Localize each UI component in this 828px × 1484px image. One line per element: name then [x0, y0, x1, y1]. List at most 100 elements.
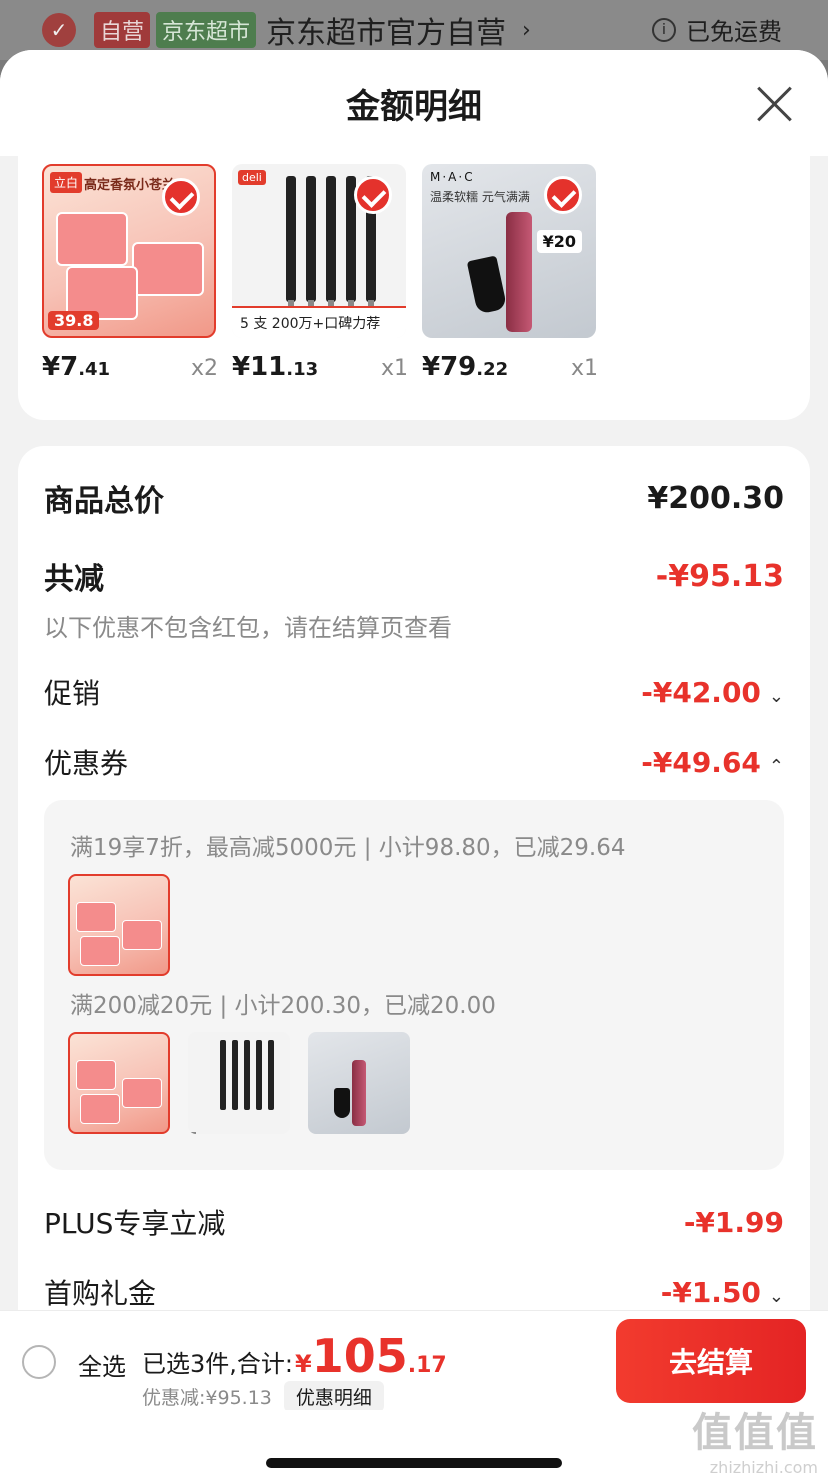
product-thumbnail[interactable] [188, 1032, 290, 1134]
reduce-note: 以下优惠不包含红包，请在结算页查看 [44, 614, 452, 642]
promo-row[interactable]: 促销 -¥42.00 ⌄ [44, 672, 784, 712]
reduce-label: 共减 [44, 562, 104, 597]
lipstick-cap-graphic [334, 1088, 350, 1118]
product-thumbnail[interactable] [68, 874, 170, 976]
sum-integer: 105 [311, 1329, 408, 1383]
pen-graphic [268, 1040, 274, 1110]
discount-line: 优惠减:¥95.13 优惠明细 [142, 1381, 384, 1412]
pen-graphic [326, 176, 336, 310]
supermarket-badge: 京东超市 [156, 12, 257, 48]
coupon-row[interactable]: 优惠券 -¥49.64 ⌃ [44, 742, 784, 782]
plus-label: PLUS专享立减 [44, 1207, 226, 1240]
watermark-logo: 值值值 [692, 1410, 818, 1456]
pen-graphic [256, 1040, 262, 1110]
home-indicator[interactable] [266, 1458, 562, 1468]
store-name: 京东超市官方自营 [266, 16, 507, 51]
promo-value: -¥42.00 [641, 675, 761, 709]
reduce-row: 共减 -¥95.13 [44, 554, 784, 598]
selected-check-icon[interactable] [544, 176, 582, 214]
lipstick-cap-graphic [466, 255, 508, 315]
product-price-row: ¥11.13 x1 [232, 352, 408, 382]
pen-graphic [306, 176, 316, 310]
product-box-graphic [76, 902, 116, 932]
promo-label: 促销 [44, 677, 101, 710]
brand-label: deli [238, 170, 266, 185]
coupon-rule: 满200减20元 | 小计200.30，已减20.00 [70, 993, 496, 1019]
coupon-value: -¥49.64 [641, 745, 761, 779]
products-card: 立白 高定香氛小苍兰 39.8 ¥7.41 x2 deli 5 支 200万+口… [18, 156, 810, 420]
info-icon: i [652, 17, 676, 42]
product-thumbnail[interactable] [68, 1032, 170, 1134]
price-breakdown-card: 商品总价 ¥200.30 共减 -¥95.13 以下优惠不包含红包，请在结算页查… [18, 446, 810, 1346]
product-box-graphic [132, 242, 204, 296]
brand-label: 立白 [50, 172, 83, 193]
product-box-graphic [122, 920, 162, 950]
sum-currency: ¥ [294, 1350, 312, 1378]
first-purchase-amount: -¥1.50 ⌄ [661, 1276, 784, 1309]
total-value: ¥200.30 [647, 480, 784, 516]
reduce-value: -¥95.13 [655, 558, 784, 594]
product-item[interactable]: 立白 高定香氛小苍兰 39.8 ¥7.41 x2 [42, 164, 218, 382]
coupon-detail-box: 满19享7折，最高减5000元 | 小计98.80，已减29.64 满200减2… [44, 800, 784, 1170]
amount-detail-sheet: 金额明细 立白 高定香氛小苍兰 39.8 ¥7.41 x2 deli 5 支 2… [0, 50, 828, 1484]
total-label: 商品总价 [44, 484, 164, 519]
product-item[interactable]: M·A·C 温柔软糯 元气满满 ¥20 ¥79.22 x1 [422, 164, 598, 382]
product-quantity: x1 [380, 356, 408, 381]
product-box-graphic [122, 1078, 162, 1108]
product-thumbnail[interactable] [308, 1032, 410, 1134]
plus-value: -¥1.99 [683, 1205, 784, 1239]
pen-graphic [244, 1040, 250, 1110]
product-art-title: 5 支 200万+口碑力荐 [232, 306, 406, 338]
self-operated-badge: 自营 [94, 12, 151, 48]
lipstick-tube-graphic [506, 212, 532, 332]
product-image[interactable]: M·A·C 温柔软糯 元气满满 ¥20 [422, 164, 596, 338]
product-image[interactable]: deli 5 支 200万+口碑力荐 [232, 164, 406, 338]
store-check-icon: ✓ [42, 13, 76, 47]
product-box-graphic [80, 936, 120, 966]
product-image[interactable]: 立白 高定香氛小苍兰 39.8 [42, 164, 216, 338]
select-all-radio[interactable] [22, 1345, 56, 1379]
select-all-label[interactable]: 全选 [78, 1347, 126, 1382]
checkout-button[interactable]: 去结算 [616, 1319, 806, 1403]
coupon-label: 优惠券 [44, 747, 129, 780]
product-price: ¥7.41 [42, 352, 111, 382]
product-price-row: ¥7.41 x2 [42, 352, 218, 382]
first-purchase-value: -¥1.50 [660, 1275, 761, 1309]
product-quantity: x1 [570, 356, 598, 381]
watermark-url: zhizhizhi.com [709, 1458, 818, 1477]
checkout-bar: 全选 已选3件,合计: ¥ 105 .17 优惠减:¥95.13 优惠明细 去结… [0, 1310, 828, 1412]
sheet-header: 金额明细 [0, 50, 828, 156]
sheet-title: 金额明细 [346, 86, 482, 127]
chevron-down-icon[interactable]: ⌄ [769, 686, 784, 707]
product-art-title: 温柔软糯 元气满满 [430, 190, 530, 204]
coupon-rule: 满19享7折，最高减5000元 | 小计98.80，已减29.64 [70, 835, 626, 861]
close-icon[interactable] [754, 84, 794, 124]
sum-line: 已选3件,合计: ¥ 105 .17 [142, 1329, 447, 1383]
pen-graphic [220, 1040, 226, 1110]
selected-check-icon[interactable] [354, 176, 392, 214]
chevron-up-icon[interactable]: ⌃ [769, 756, 784, 777]
first-purchase-label: 首购礼金 [44, 1277, 157, 1310]
first-purchase-row[interactable]: 首购礼金 -¥1.50 ⌄ [44, 1272, 784, 1312]
selected-check-icon[interactable] [162, 178, 200, 216]
sum-decimal: .17 [407, 1353, 447, 1378]
brand-label: M·A·C [430, 170, 475, 184]
product-box-graphic [56, 212, 128, 266]
pen-graphic [232, 1040, 238, 1110]
free-shipping-label: 已免运费 [686, 18, 782, 46]
lipstick-tube-graphic [352, 1060, 366, 1126]
chevron-down-icon[interactable]: ⌄ [769, 1286, 784, 1307]
product-box-graphic [80, 1094, 120, 1124]
product-price: ¥79.22 [422, 352, 509, 382]
price-tag: 39.8 [48, 311, 100, 330]
discount-detail-link[interactable]: 优惠明细 [283, 1381, 384, 1412]
price-tag: ¥20 [536, 230, 582, 253]
product-item[interactable]: deli 5 支 200万+口碑力荐 ¥11.13 x1 [232, 164, 408, 382]
product-quantity: x2 [190, 356, 218, 381]
selected-count-text: 已选3件,合计: [142, 1350, 293, 1378]
discount-text: 优惠减:¥95.13 [142, 1387, 272, 1409]
watermark: 值值值 zhizhizhi.com [692, 1400, 818, 1477]
product-price-row: ¥79.22 x1 [422, 352, 598, 382]
product-price: ¥11.13 [232, 352, 319, 382]
chevron-right-icon: › [522, 17, 531, 43]
